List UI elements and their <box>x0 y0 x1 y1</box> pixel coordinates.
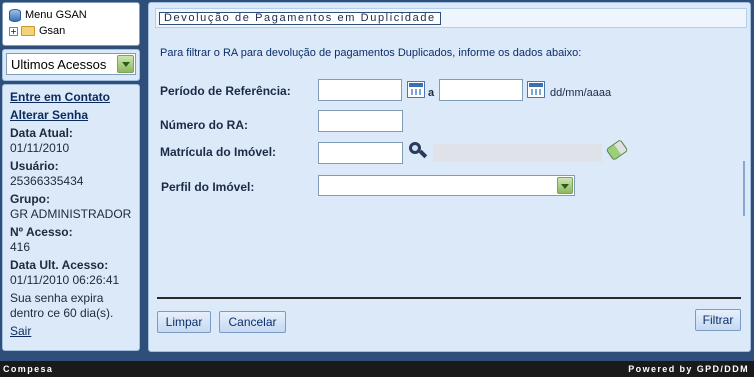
form-title-bar: Devolução de Pagamentos em Duplicidade <box>155 8 747 28</box>
database-icon <box>9 8 21 22</box>
limpar-button[interactable]: Limpar <box>157 311 211 333</box>
numero-ra-label: Número do RA: <box>160 118 248 132</box>
calendar-icon[interactable] <box>527 81 545 98</box>
date-format-hint: dd/mm/aaaa <box>550 87 612 99</box>
last-access-label: Data Ult. Acesso: <box>10 258 109 272</box>
dropdown-arrow-icon[interactable] <box>557 177 573 194</box>
menu-root[interactable]: Menu GSAN <box>9 7 133 23</box>
user-value: 25366335434 <box>10 174 84 188</box>
menu-child[interactable]: + Gsan <box>9 23 133 39</box>
menu-tree: Menu GSAN + Gsan <box>2 2 140 46</box>
recent-access-panel: Ultimos Acessos <box>2 49 140 81</box>
current-date-value: 01/11/2010 <box>10 141 70 155</box>
dropdown-arrow-icon[interactable] <box>117 55 134 73</box>
access-count-label: Nº Acesso: <box>10 225 73 239</box>
menu-root-label[interactable]: Menu GSAN <box>25 9 87 21</box>
contact-link[interactable]: Entre em Contato <box>10 90 132 105</box>
access-count-value: 416 <box>10 240 31 254</box>
last-access-value: 01/11/2010 06:26:41 <box>10 273 120 287</box>
logout-link[interactable]: Sair <box>10 324 132 339</box>
group-label: Grupo: <box>10 192 50 206</box>
menu-child-label[interactable]: Gsan <box>39 25 65 37</box>
footer-bar: Compesa Powered by GPD/DDM <box>0 361 754 377</box>
periodo-separator: a <box>428 87 435 99</box>
form-title: Devolução de Pagamentos em Duplicidade <box>159 12 441 25</box>
numero-ra-input[interactable] <box>318 110 403 132</box>
matricula-label: Matrícula do Imóvel: <box>160 145 277 159</box>
divider <box>157 297 741 299</box>
user-info-panel: Entre em Contato Alterar Senha Data Atua… <box>2 84 140 351</box>
search-magnifier-icon[interactable] <box>407 142 429 160</box>
perfil-select[interactable] <box>318 175 575 196</box>
group-value: GR ADMINISTRADOR <box>10 207 132 221</box>
form-subtitle: Para filtrar o RA para devolução de paga… <box>160 47 582 59</box>
calendar-icon[interactable] <box>407 81 425 98</box>
periodo-fim-input[interactable] <box>439 79 523 101</box>
current-date-label: Data Atual: <box>10 126 73 140</box>
expand-plus-icon[interactable]: + <box>9 26 18 36</box>
footer-company: Compesa <box>3 364 54 374</box>
user-label: Usuário: <box>10 159 59 173</box>
cancelar-button[interactable]: Cancelar <box>219 311 286 333</box>
perfil-label: Perfil do Imóvel: <box>161 180 255 194</box>
eraser-icon[interactable] <box>605 139 629 161</box>
matricula-input[interactable] <box>318 142 403 164</box>
folder-icon <box>21 26 35 36</box>
footer-powered-by: Powered by GPD/DDM <box>628 364 749 374</box>
matricula-description-field <box>433 144 602 162</box>
recent-access-select[interactable]: Ultimos Acessos <box>6 53 136 75</box>
periodo-label: Período de Referência: <box>160 84 291 98</box>
main-form-panel: Devolução de Pagamentos em Duplicidade P… <box>148 2 751 352</box>
scrollbar[interactable] <box>743 161 745 216</box>
password-notice: Sua senha expira dentro ce 60 dia(s). <box>10 291 114 320</box>
recent-access-selected: Ultimos Acessos <box>11 57 107 72</box>
change-password-link[interactable]: Alterar Senha <box>10 108 132 123</box>
periodo-inicio-input[interactable] <box>318 79 402 101</box>
app-window: Menu GSAN + Gsan Ultimos Acessos Entre e… <box>0 0 754 377</box>
filtrar-button[interactable]: Filtrar <box>695 309 741 331</box>
